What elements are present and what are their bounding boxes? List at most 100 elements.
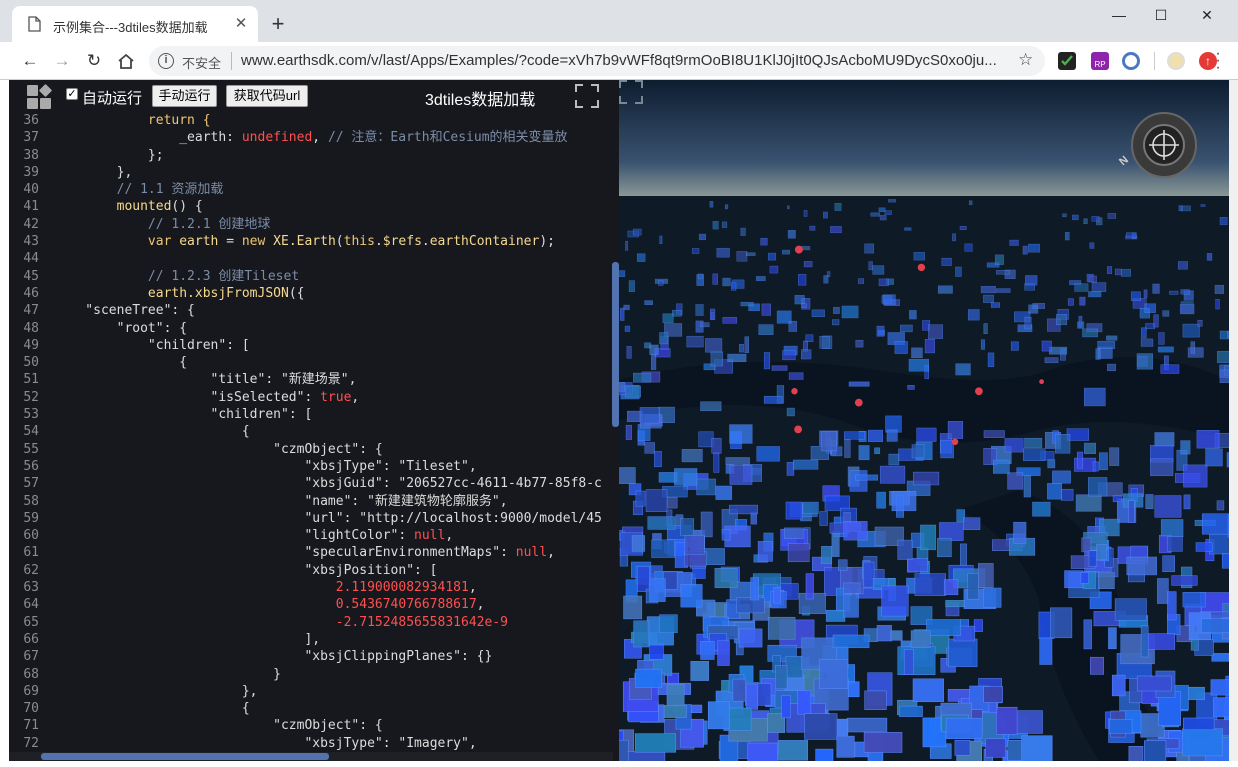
extension-ring-icon[interactable]	[1122, 52, 1140, 70]
forward-arrow-icon[interactable]: →	[52, 51, 72, 71]
code-line[interactable]: 37 _earth: undefined, // 注意：Earth和Cesium…	[9, 129, 613, 146]
line-number: 40	[23, 182, 39, 198]
vertical-scrollbar[interactable]	[612, 262, 619, 427]
building	[1075, 494, 1102, 512]
building	[983, 587, 1002, 608]
url-text[interactable]: www.earthsdk.com/v/last/Apps/Examples/?c…	[241, 52, 1013, 69]
code-line[interactable]: 53 "children": [	[9, 406, 613, 423]
code-line[interactable]: 64 0.5436740766788617,	[9, 596, 613, 613]
building	[863, 732, 903, 753]
minimize-button[interactable]: —	[1096, 0, 1142, 30]
bookmark-star-icon[interactable]: ☆	[1018, 50, 1033, 70]
extension-rp-icon[interactable]: RP	[1091, 52, 1109, 70]
building	[1157, 346, 1174, 353]
back-arrow-icon[interactable]: ←	[20, 51, 40, 71]
building	[1107, 363, 1116, 372]
code-line[interactable]: 39 },	[9, 164, 613, 181]
new-tab-button[interactable]: +	[266, 13, 290, 37]
code-line[interactable]: 58 "name": "新建建筑物轮廓服务",	[9, 493, 613, 510]
close-window-button[interactable]: ✕	[1184, 0, 1230, 30]
autorun-checkbox[interactable]: ✓	[66, 88, 78, 100]
get-code-url-button[interactable]: 获取代码url	[226, 85, 308, 107]
code-line[interactable]: 52 "isSelected": true,	[9, 389, 613, 406]
building	[1076, 451, 1084, 469]
building	[625, 385, 641, 398]
info-icon[interactable]: i	[158, 53, 174, 69]
building	[843, 594, 859, 618]
code-line[interactable]: 48 "root": {	[9, 320, 613, 337]
code-line[interactable]: 59 "url": "http://localhost:9000/model/4…	[9, 510, 613, 527]
code-line[interactable]: 56 "xbsjType": "Tileset",	[9, 458, 613, 475]
reload-icon[interactable]: ↻	[84, 51, 104, 71]
code-line[interactable]: 45 // 1.2.3 创建Tileset	[9, 268, 613, 285]
building	[771, 365, 788, 371]
building	[1160, 519, 1184, 538]
code-line[interactable]: 61 "specularEnvironmentMaps": null,	[9, 544, 613, 561]
code-line[interactable]: 68 }	[9, 666, 613, 683]
code-line[interactable]: 65 -2.7152485655831642e-9	[9, 614, 613, 631]
manual-run-button[interactable]: 手动运行	[152, 85, 217, 107]
building	[823, 211, 828, 219]
building	[680, 518, 695, 536]
close-tab-icon[interactable]: ✕	[232, 15, 250, 33]
maximize-button[interactable]: ☐	[1138, 0, 1184, 30]
code-line[interactable]: 60 "lightColor": null,	[9, 527, 613, 544]
code-line[interactable]: 50 {	[9, 354, 613, 371]
examples-grid-icon[interactable]	[27, 83, 53, 109]
code-token: :	[398, 528, 415, 544]
code-line[interactable]: 66 ],	[9, 631, 613, 648]
building	[781, 695, 791, 719]
horizontal-scrollbar[interactable]	[41, 753, 329, 760]
earth-3d-viewer[interactable]: N	[619, 80, 1229, 761]
code-line[interactable]: 55 "czmObject": {	[9, 441, 613, 458]
code-line[interactable]: 41 mounted() {	[9, 198, 613, 215]
code-text: "xbsjType": "Imagery",	[39, 735, 476, 752]
profile-avatar[interactable]	[1167, 52, 1185, 70]
code-line[interactable]: 46 earth.xbsjFromJSON({	[9, 285, 613, 302]
compass-navigation[interactable]: N	[1117, 111, 1198, 179]
address-bar[interactable]: i 不安全 www.earthsdk.com/v/last/Apps/Examp…	[149, 46, 1045, 76]
extension-check-icon[interactable]	[1058, 52, 1076, 70]
code-line[interactable]: 69 },	[9, 683, 613, 700]
code-text: "lightColor": null,	[39, 527, 453, 544]
code-line[interactable]: 63 2.119000082934181,	[9, 579, 613, 596]
code-line[interactable]: 54 {	[9, 423, 613, 440]
poi-marker	[951, 438, 959, 446]
building	[1088, 477, 1108, 497]
home-icon[interactable]	[116, 51, 136, 71]
building	[654, 451, 662, 468]
building	[832, 634, 870, 649]
building	[1088, 275, 1097, 283]
code-line[interactable]: 71 "czmObject": {	[9, 717, 613, 734]
building	[1213, 697, 1229, 718]
code-line[interactable]: 42 // 1.2.1 创建地球	[9, 216, 613, 233]
code-area[interactable]: 36 return {37 _earth: undefined, // 注意：E…	[9, 112, 613, 752]
building	[1013, 521, 1027, 544]
code-text: "czmObject": {	[39, 441, 383, 458]
code-token: "czmObject"	[54, 718, 360, 734]
menu-kebab-icon[interactable]: · · ·	[1213, 46, 1223, 76]
code-line[interactable]: 38 };	[9, 147, 613, 164]
code-line[interactable]: 70 {	[9, 700, 613, 717]
fullscreen-icon[interactable]	[575, 84, 599, 108]
code-line[interactable]: 72 "xbsjType": "Imagery",	[9, 735, 613, 752]
code-line[interactable]: 36 return {	[9, 112, 613, 129]
fullscreen-icon[interactable]	[619, 80, 643, 104]
code-token: "title"	[54, 372, 266, 388]
code-line[interactable]: 62 "xbsjPosition": [	[9, 562, 613, 579]
tab-active[interactable]: 示例集合---3dtiles数据加载 ✕	[12, 6, 258, 42]
code-line[interactable]: 49 "children": [	[9, 337, 613, 354]
code-line[interactable]: 43 var earth = new XE.Earth(this.$refs.e…	[9, 233, 613, 250]
code-line[interactable]: 47 "sceneTree": {	[9, 302, 613, 319]
code-line[interactable]: 51 "title": "新建场景",	[9, 371, 613, 388]
building	[886, 429, 898, 442]
line-number: 68	[23, 666, 39, 682]
building	[1088, 291, 1102, 298]
code-line[interactable]: 57 "xbsjGuid": "206527cc-4611-4b77-85f8-…	[9, 475, 613, 492]
code-line[interactable]: 40 // 1.1 资源加载	[9, 181, 613, 198]
code-line[interactable]: 67 "xbsjClippingPlanes": {}	[9, 648, 613, 665]
building	[1041, 340, 1052, 352]
building	[1145, 494, 1154, 509]
code-token: "新建场景"	[280, 372, 349, 388]
code-line[interactable]: 44	[9, 250, 613, 267]
